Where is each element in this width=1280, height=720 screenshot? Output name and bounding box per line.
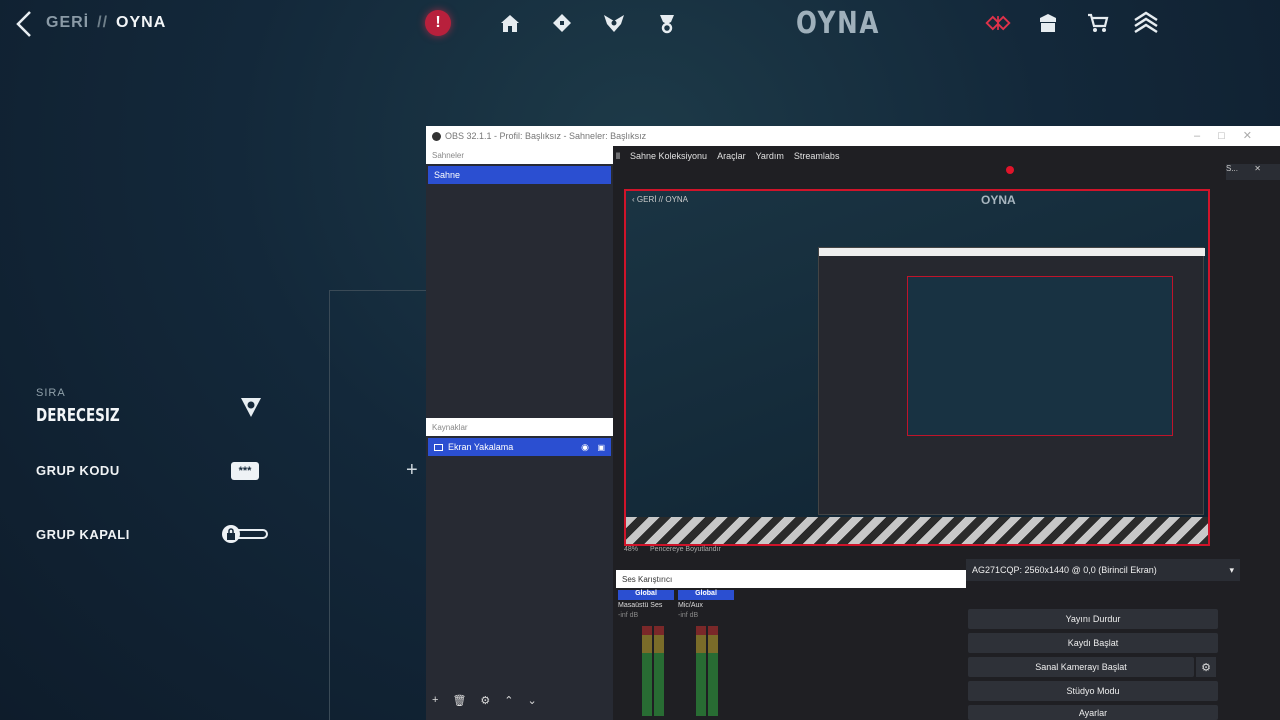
mixer-channel: Global Masaüstü Ses -inf dB [618, 590, 674, 720]
lock-icon [222, 525, 240, 543]
invite-plus-icon[interactable]: + [406, 459, 418, 482]
collection-icon[interactable] [549, 10, 575, 36]
mixer-channel: Global Mic/Aux -inf dB [678, 590, 734, 720]
party-panel-outline [329, 290, 429, 720]
queue-label: SIRA [36, 387, 66, 399]
channel-db: -inf dB [618, 612, 639, 619]
volume-meter [696, 626, 706, 716]
queue-value[interactable]: DERECESIZ [36, 405, 120, 426]
menu-item[interactable]: ll [616, 151, 620, 161]
queue-mode-icon[interactable] [239, 395, 265, 419]
start-recording-button[interactable]: Kaydı Başlat [968, 633, 1218, 653]
rank-icon[interactable] [1133, 10, 1159, 36]
obs-titlebar: OBS 32.1.1 - Profil: Başlıksız - Sahnele… [426, 126, 1280, 146]
group-code-label: GRUP KODU [36, 463, 120, 478]
channel-db: -inf dB [678, 612, 699, 619]
settings-button[interactable]: Ayarlar [968, 705, 1218, 720]
back-label[interactable]: GERİ [46, 14, 89, 31]
volume-meter [708, 626, 718, 716]
menu-streamlabs[interactable]: Streamlabs [794, 151, 840, 161]
mixer-header: Ses Karıştırıcı [616, 570, 966, 588]
nested-titlebar [819, 248, 1205, 256]
obs-window: OBS 32.1.1 - Profil: Başlıksız - Sahnele… [426, 126, 1280, 720]
scene-item[interactable]: Sahne [428, 166, 611, 184]
alert-icon[interactable]: ! [425, 10, 451, 36]
menu-scene-collection[interactable]: Sahne Koleksiyonu [630, 151, 707, 161]
breadcrumb-separator: // [97, 14, 109, 31]
menu-tools[interactable]: Araçlar [717, 151, 746, 161]
channel-name[interactable]: Mic/Aux [678, 602, 734, 609]
preview-title: OYNA [981, 193, 1016, 207]
group-closed-label: GRUP KAPALI [36, 527, 130, 542]
volume-meter [654, 626, 664, 716]
start-virtual-camera-button[interactable]: Sanal Kamerayı Başlat [968, 657, 1194, 677]
source-item[interactable]: Ekran Yakalama ◉ ▣ [428, 438, 611, 456]
breadcrumb-current: OYNA [116, 14, 167, 31]
obs-logo-icon [432, 131, 441, 141]
display-select[interactable]: AG271CQP: 2560x1440 @ 0,0 (Birincil Ekra… [966, 559, 1240, 581]
virtual-camera-gear-icon[interactable]: ⚙ [1196, 657, 1216, 677]
group-code-button[interactable]: *** [231, 462, 259, 480]
page-title: OYNA [796, 6, 881, 41]
scenes-header: Sahneler [426, 146, 613, 164]
channel-scope: Global [678, 590, 734, 600]
right-dock-tab[interactable]: S... ✕ [1226, 164, 1280, 180]
monitor-icon [434, 443, 443, 451]
obs-window-title: OBS 32.1.1 - Profil: Başlıksız - Sahnele… [445, 131, 647, 141]
audio-mixer: Ses Karıştırıcı Global Masaüstü Ses -inf… [616, 570, 966, 720]
nested-preview [907, 276, 1173, 436]
stop-streaming-button[interactable]: Yayını Durdur [968, 609, 1218, 629]
scenes-dock: Sahneler Sahne [426, 146, 613, 418]
menu-help[interactable]: Yardım [756, 151, 784, 161]
obs-preview-canvas[interactable]: ‹ GERİ // OYNA OYNA [624, 189, 1210, 546]
volume-meter [642, 626, 652, 716]
remove-source-icon[interactable]: 🗑 [452, 694, 466, 707]
lock-icon[interactable]: ▣ [597, 443, 605, 452]
fit-to-window[interactable]: Pencereye Boyutlandır [650, 546, 721, 553]
source-settings-gear-icon[interactable]: ⚙ [480, 694, 490, 707]
source-item-label: Ekran Yakalama [448, 442, 514, 452]
obs-menubar: ll Sahne Koleksiyonu Araçlar Yardım Stre… [612, 146, 1280, 166]
close-icon[interactable]: ✕ [1254, 164, 1261, 173]
preview-status: 48% Pencereye Boyutlandır [624, 542, 1210, 556]
channel-name[interactable]: Masaüstü Ses [618, 602, 674, 609]
channel-scope: Global [618, 590, 674, 600]
battlepass-icon[interactable] [985, 10, 1011, 36]
add-source-icon[interactable]: + [432, 694, 438, 706]
right-dock-label: S... [1226, 164, 1239, 173]
nested-obs-capture [818, 247, 1205, 515]
preview-breadcrumb: ‹ GERİ // OYNA [632, 195, 689, 204]
sources-header: Kaynaklar [426, 418, 613, 436]
move-up-icon[interactable]: ⌃ [504, 694, 513, 707]
controls-dock: AG271CQP: 2560x1440 @ 0,0 (Birincil Ekra… [966, 559, 1280, 720]
move-down-icon[interactable]: ⌄ [528, 694, 537, 707]
chevron-down-icon: ▾ [1229, 564, 1234, 575]
zoom-level: 48% [624, 545, 639, 553]
group-lock-toggle[interactable] [222, 525, 270, 543]
visibility-eye-icon[interactable]: ◉ [581, 442, 589, 453]
sources-toolbar: + 🗑 ⚙ ⌃ ⌄ [426, 690, 613, 710]
top-navigation: GERİ // OYNA ! OYNA [0, 0, 1280, 48]
studio-mode-button[interactable]: Stüdyo Modu [968, 681, 1218, 701]
breadcrumb: GERİ // OYNA [46, 14, 166, 32]
canvas-handle[interactable] [1006, 166, 1014, 174]
window-controls[interactable]: –□✕ [1194, 129, 1270, 142]
back-arrow-icon[interactable] [14, 10, 40, 38]
display-value: AG271CQP: 2560x1440 @ 0,0 (Birincil Ekra… [972, 565, 1157, 575]
sources-dock: Kaynaklar Ekran Yakalama ◉ ▣ [426, 418, 613, 720]
store-cart-icon[interactable] [1085, 10, 1111, 36]
locker-icon[interactable] [1035, 10, 1061, 36]
home-icon[interactable] [497, 10, 523, 36]
career-icon[interactable] [654, 10, 680, 36]
agents-icon[interactable] [601, 10, 627, 36]
